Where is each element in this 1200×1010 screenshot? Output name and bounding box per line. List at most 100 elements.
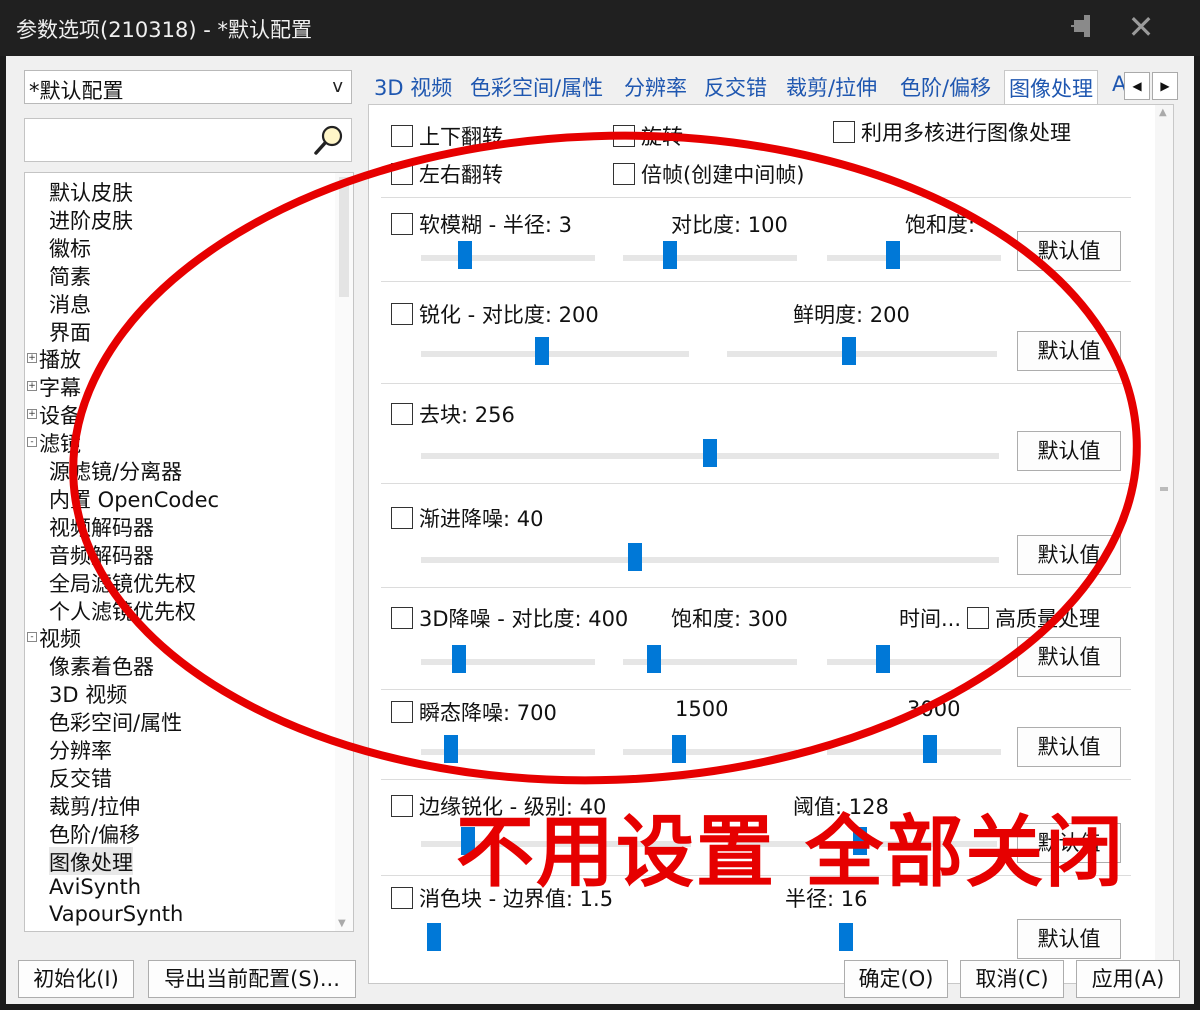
soft-blur-saturation-slider[interactable] (827, 255, 1001, 261)
scroll-down-icon[interactable]: ▼ (338, 918, 346, 929)
profile-dropdown[interactable]: *默认配置 v (24, 70, 352, 104)
cancel-button[interactable]: 取消(C) (960, 960, 1064, 998)
tree-item[interactable]: AviSynth (49, 875, 141, 903)
soft-blur-default-button[interactable]: 默认值 (1017, 231, 1121, 271)
tree-item[interactable]: 分辨率 (49, 735, 112, 763)
tree-item[interactable]: 设备 (39, 400, 81, 428)
deblock-checkbox[interactable] (391, 403, 413, 425)
tree-item[interactable]: 滤镜 (39, 428, 81, 456)
search-icon[interactable] (311, 122, 347, 158)
transient-denoise-slider-3[interactable] (827, 749, 1001, 755)
tree-item[interactable]: 消息 (49, 289, 91, 317)
tree-item[interactable]: 视频 (39, 623, 81, 651)
flip-horizontal-checkbox[interactable] (391, 163, 413, 185)
slider-thumb[interactable] (839, 923, 853, 951)
tree-item[interactable]: 全局滤镜优先权 (49, 568, 196, 596)
chevron-left-icon[interactable]: ◀ (1124, 72, 1150, 100)
slider-thumb[interactable] (457, 241, 472, 269)
tree-item[interactable]: 音频解码器 (49, 540, 154, 568)
denoise3d-default-button[interactable]: 默认值 (1017, 637, 1121, 677)
scroll-up-icon[interactable]: ▲ (1159, 107, 1167, 118)
edge-sharpen-checkbox[interactable] (391, 795, 413, 817)
tree-item[interactable]: 字幕 (39, 372, 81, 400)
collapse-icon[interactable]: - (27, 437, 37, 448)
multicore-checkbox[interactable] (833, 121, 855, 143)
tab-1[interactable]: 色彩空间/属性 (468, 72, 605, 104)
sharpen-contrast-slider[interactable] (421, 351, 689, 357)
tree-item[interactable]: 裁剪/拉伸 (49, 791, 140, 819)
tab-2[interactable]: 分辨率 (622, 72, 689, 104)
tree-item[interactable]: 简素 (49, 261, 91, 289)
tab-3[interactable]: 反交错 (702, 72, 769, 104)
soft-blur-checkbox[interactable] (391, 213, 413, 235)
tree-item[interactable]: 反交错 (49, 763, 112, 791)
temporal-denoise-checkbox[interactable] (391, 507, 413, 529)
export-config-button[interactable]: 导出当前配置(S)... (148, 960, 356, 998)
slider-thumb[interactable] (647, 645, 662, 673)
scroll-thumb[interactable] (339, 177, 349, 297)
slider-thumb[interactable] (662, 241, 677, 269)
denoise3d-contrast-slider[interactable] (421, 659, 595, 665)
tree-item[interactable]: 进阶皮肤 (49, 205, 133, 233)
deband-default-button[interactable]: 默认值 (1017, 919, 1121, 959)
denoise3d-checkbox[interactable] (391, 607, 413, 629)
tree-item[interactable]: 源滤镜/分离器 (49, 456, 182, 484)
tree-scrollbar[interactable]: ▼ (335, 173, 353, 931)
slider-thumb[interactable] (875, 645, 890, 673)
deblock-default-button[interactable]: 默认值 (1017, 431, 1121, 471)
slider-thumb[interactable] (452, 645, 467, 673)
slider-thumb[interactable] (671, 735, 686, 763)
expand-icon[interactable]: + (27, 353, 37, 364)
tree-item[interactable]: 界面 (49, 317, 91, 345)
tree-item[interactable]: 默认皮肤 (49, 177, 133, 205)
temporal-denoise-slider[interactable] (421, 557, 999, 563)
tree-item[interactable]: 内置 OpenCodec (49, 484, 219, 512)
expand-icon[interactable]: + (27, 381, 37, 392)
search-input[interactable] (24, 118, 352, 162)
denoise3d-time-slider[interactable] (827, 659, 1001, 665)
content-scrollbar[interactable]: ▲ ▼ (1155, 105, 1173, 983)
settings-tree[interactable]: ▼ 默认皮肤 进阶皮肤 徽标 简素 消息 界面 播放 + 字幕 + 设备 + 滤镜 - 源滤镜/分离器 内置 … (24, 172, 354, 932)
sharpen-default-button[interactable]: 默认值 (1017, 331, 1121, 371)
close-icon[interactable]: ✕ (1124, 10, 1158, 44)
frame-double-checkbox[interactable] (613, 163, 635, 185)
tree-item[interactable]: 视频解码器 (49, 512, 154, 540)
tree-item[interactable]: 色彩空间/属性 (49, 707, 182, 735)
slider-thumb[interactable] (703, 439, 717, 467)
sharpen-clarity-slider[interactable] (727, 351, 997, 357)
tree-item[interactable]: 徽标 (49, 233, 91, 261)
tree-item[interactable]: 3D 视频 (49, 679, 127, 707)
tab-6[interactable]: 图像处理 (1004, 70, 1098, 106)
slider-thumb[interactable] (922, 735, 937, 763)
slider-thumb[interactable] (627, 543, 642, 571)
tree-item[interactable]: VapourSynth (49, 902, 183, 930)
soft-blur-radius-slider[interactable] (421, 255, 595, 261)
transient-denoise-default-button[interactable]: 默认值 (1017, 727, 1121, 767)
temporal-denoise-default-button[interactable]: 默认值 (1017, 535, 1121, 575)
slider-thumb[interactable] (886, 241, 901, 269)
slider-thumb[interactable] (841, 337, 856, 365)
init-button[interactable]: 初始化(I) (18, 960, 134, 998)
slider-thumb[interactable] (534, 337, 549, 365)
sharpen-checkbox[interactable] (391, 303, 413, 325)
pin-icon[interactable] (1066, 12, 1100, 44)
scroll-thumb[interactable] (1160, 487, 1168, 491)
high-quality-checkbox[interactable] (967, 607, 989, 629)
transient-denoise-checkbox[interactable] (391, 701, 413, 723)
apply-button[interactable]: 应用(A) (1076, 960, 1180, 998)
rotate-checkbox[interactable] (613, 125, 635, 147)
tab-4[interactable]: 裁剪/拉伸 (784, 72, 879, 104)
soft-blur-contrast-slider[interactable] (623, 255, 797, 261)
tree-item[interactable]: 图像处理 (49, 846, 133, 875)
chevron-right-icon[interactable]: ▶ (1152, 72, 1178, 100)
flip-vertical-checkbox[interactable] (391, 125, 413, 147)
expand-icon[interactable]: + (27, 409, 37, 420)
tab-0[interactable]: 3D 视频 (372, 72, 454, 104)
collapse-icon[interactable]: - (27, 632, 37, 643)
transient-denoise-slider-2[interactable] (623, 749, 797, 755)
slider-thumb[interactable] (427, 923, 441, 951)
tree-item[interactable]: 播放 (39, 344, 81, 372)
ok-button[interactable]: 确定(O) (844, 960, 948, 998)
tab-5[interactable]: 色阶/偏移 (898, 72, 993, 104)
slider-thumb[interactable] (443, 735, 458, 763)
